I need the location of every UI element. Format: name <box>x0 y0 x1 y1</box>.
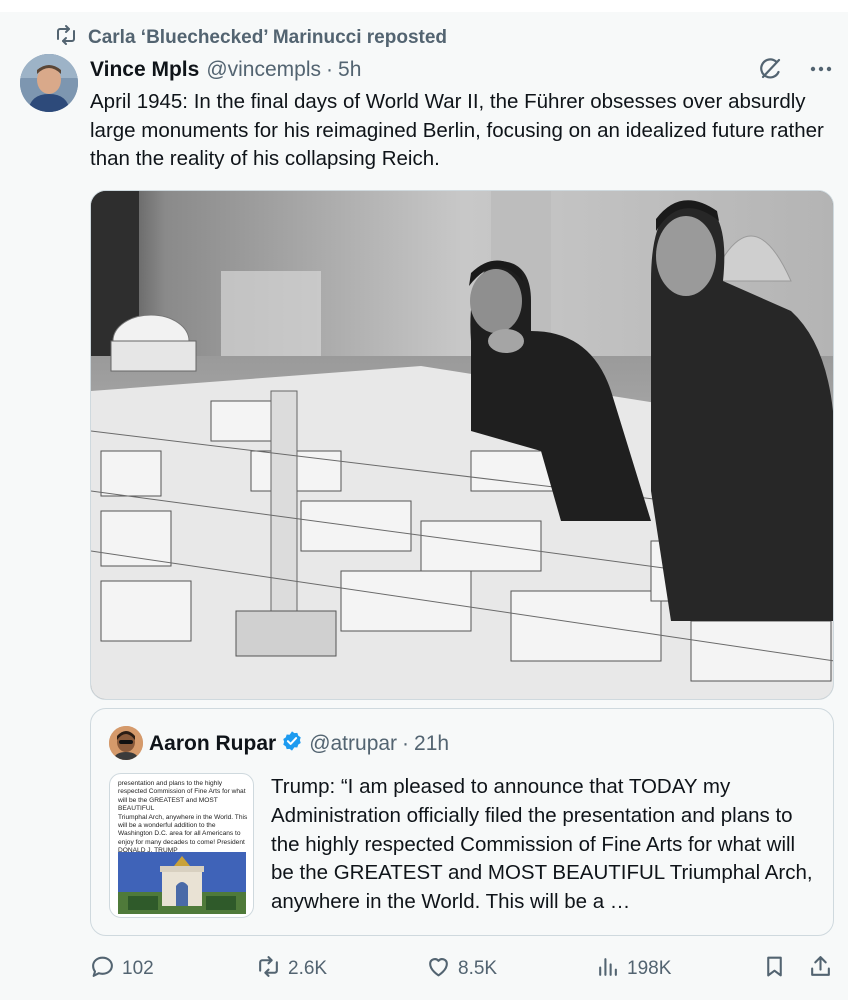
more-icon[interactable] <box>808 56 834 87</box>
repost-context[interactable]: Carla ‘Bluechecked’ Marinucci reposted <box>54 25 447 51</box>
repost-icon <box>256 954 281 985</box>
action-bar: 102 2.6K 8.5K 198K <box>90 952 838 986</box>
post-time[interactable]: 5h <box>338 58 361 82</box>
view-count: 198K <box>627 958 672 979</box>
like-button[interactable]: 8.5K <box>426 952 497 986</box>
tweet-header: Vince Mpls @vincempls · 5h <box>90 55 361 85</box>
top-strip <box>0 0 848 12</box>
architectural-model-photo[interactable] <box>90 190 834 700</box>
views-button[interactable]: 198K <box>595 952 671 986</box>
quote-thumbnail[interactable]: presentation and plans to the highly res… <box>109 773 254 918</box>
thumbnail-text: presentation and plans to the highly res… <box>118 780 250 856</box>
repost-text: Carla ‘Bluechecked’ Marinucci reposted <box>88 27 448 48</box>
quote-separator: · <box>402 732 410 755</box>
author-handle[interactable]: @vincempls <box>206 58 321 82</box>
author-name[interactable]: Vince Mpls <box>90 58 199 82</box>
repost-icon <box>54 23 78 53</box>
header-actions <box>758 56 834 87</box>
quote-author-name[interactable]: Aaron Rupar <box>149 732 276 756</box>
quoted-tweet[interactable]: Aaron Rupar @atrupar · 21h presentation … <box>90 708 834 936</box>
reply-count: 102 <box>122 958 154 979</box>
repost-count: 2.6K <box>288 958 328 979</box>
grok-icon[interactable] <box>758 56 784 87</box>
separator: · <box>326 58 334 81</box>
reply-button[interactable]: 102 <box>90 952 154 986</box>
bookmark-button[interactable] <box>762 952 787 986</box>
like-count: 8.5K <box>458 958 498 979</box>
repost-button[interactable]: 2.6K <box>256 952 327 986</box>
views-icon <box>595 954 620 985</box>
quote-author-handle[interactable]: @atrupar <box>309 732 397 756</box>
quote-header: Aaron Rupar @atrupar · 21h <box>149 729 449 759</box>
thumbnail-line: presentation and plans to the highly <box>118 780 223 787</box>
author-avatar[interactable] <box>20 54 78 112</box>
thumbnail-line: will be a wonderful addition to the <box>118 822 216 830</box>
verified-badge-icon <box>276 730 309 758</box>
reply-icon <box>90 954 115 985</box>
thumbnail-line: will be the GREATEST and MOST BEAUTIFUL <box>118 796 218 813</box>
share-icon <box>808 954 833 985</box>
like-icon <box>426 954 451 985</box>
thumbnail-line: Washington D.C. area for all Americans t… <box>118 830 241 838</box>
triumphal-arch-image <box>118 852 246 914</box>
share-button[interactable] <box>808 952 833 986</box>
quote-author-avatar[interactable] <box>109 726 143 760</box>
quote-time[interactable]: 21h <box>414 732 449 756</box>
thumbnail-line: Triumphal Arch, anywhere in the World. T… <box>118 813 248 821</box>
bookmark-icon <box>762 954 787 985</box>
thumbnail-line: respected Commission of Fine Arts for wh… <box>118 788 246 796</box>
tweet-text: April 1945: In the final days of World W… <box>90 90 824 170</box>
quote-text: Trump: “I am pleased to announce that TO… <box>271 775 813 914</box>
thumbnail-line: enjoy for many decades to come! Presiden… <box>118 838 245 846</box>
